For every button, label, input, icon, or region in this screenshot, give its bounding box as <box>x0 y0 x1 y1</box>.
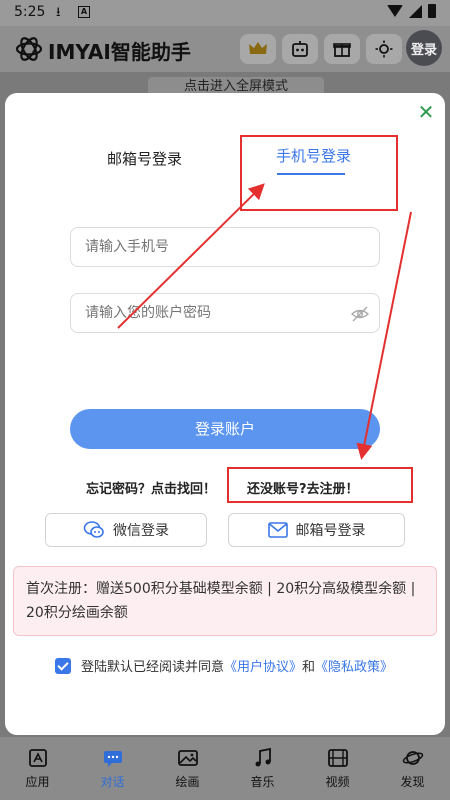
nav-item-discover[interactable]: 发现 <box>375 737 450 800</box>
agree-and: 和 <box>302 660 316 675</box>
battery-icon <box>428 4 436 18</box>
nav-label-video: 视频 <box>325 775 350 789</box>
forgot-password-link[interactable]: 忘记密码？点击找回！ <box>86 478 216 497</box>
image-icon <box>177 750 198 766</box>
annotation-box-register <box>227 467 413 503</box>
registration-notice: 首次注册：赠送500积分基础模型余额 | 20积分高级模型余额 | 20积分绘画… <box>13 566 437 636</box>
app-header: IMYAI智能助手 登录 <box>0 26 450 72</box>
nav-item-draw[interactable]: 绘画 <box>150 737 225 800</box>
theme-button[interactable] <box>366 34 402 64</box>
a-badge-icon: A <box>78 6 90 18</box>
email-login-label: 邮箱号登录 <box>295 523 366 539</box>
planet-icon <box>402 751 423 765</box>
signal-icon <box>409 4 422 18</box>
login-account-button[interactable]: 登录账户 <box>70 409 380 449</box>
tab-email-login[interactable]: 邮箱号登录 <box>107 148 182 169</box>
vip-button[interactable] <box>240 34 276 64</box>
app-logo-icon <box>15 37 43 61</box>
bottom-nav: 应用 对话 绘画 音乐 视频 发现 <box>0 737 450 800</box>
status-time: 5:25 <box>14 4 46 20</box>
nav-item-video[interactable]: 视频 <box>300 737 375 800</box>
music-icon <box>255 747 271 767</box>
agree-text: 登陆默认已经阅读并同意 <box>81 660 225 675</box>
nav-label-music: 音乐 <box>250 775 275 789</box>
eye-hidden-icon[interactable] <box>351 305 369 323</box>
nav-item-apps[interactable]: 应用 <box>0 737 75 800</box>
user-agreement-link[interactable]: 《用户协议》 <box>224 656 302 675</box>
robot-icon <box>292 41 308 57</box>
status-bar: 5:25 ⭳ A <box>0 0 450 26</box>
close-icon[interactable]: ✕ <box>415 101 437 123</box>
nav-item-chat[interactable]: 对话 <box>75 737 150 800</box>
password-input[interactable] <box>70 293 380 333</box>
gift-button[interactable] <box>324 34 360 64</box>
wechat-icon <box>83 521 104 538</box>
download-icon: ⭳ <box>56 5 61 20</box>
chat-icon <box>103 751 122 767</box>
phone-input[interactable] <box>70 227 380 267</box>
crown-icon <box>249 42 267 54</box>
nav-label-apps: 应用 <box>25 775 50 789</box>
nav-label-draw: 绘画 <box>175 775 200 789</box>
nav-item-music[interactable]: 音乐 <box>225 737 300 800</box>
email-login-button[interactable]: 邮箱号登录 <box>228 513 405 547</box>
status-icons <box>387 4 436 18</box>
privacy-policy-link[interactable]: 《隐私政策》 <box>315 656 393 675</box>
robot-button[interactable] <box>282 34 318 64</box>
video-icon <box>327 749 348 767</box>
annotation-box-phone-tab <box>240 135 398 211</box>
app-title: IMYAI智能助手 <box>48 40 191 64</box>
agree-checkbox[interactable] <box>55 657 71 674</box>
wifi-icon <box>387 5 403 17</box>
mail-icon <box>267 522 288 538</box>
agreement-row: 登陆默认已经阅读并同意 《用户协议》 和 《隐私政策》 <box>55 656 393 675</box>
login-modal: ✕ 邮箱号登录 手机号登录 登录账户 忘记密码？点击找回！ 还没账号?去注册！ … <box>5 93 445 735</box>
nav-label-discover: 发现 <box>400 775 425 789</box>
sun-icon <box>375 40 393 58</box>
wechat-login-label: 微信登录 <box>113 523 169 539</box>
apps-icon <box>28 749 47 767</box>
header-login-button[interactable]: 登录 <box>406 30 442 66</box>
nav-label-chat: 对话 <box>100 775 125 789</box>
gift-icon <box>333 43 351 57</box>
wechat-login-button[interactable]: 微信登录 <box>45 513 207 547</box>
